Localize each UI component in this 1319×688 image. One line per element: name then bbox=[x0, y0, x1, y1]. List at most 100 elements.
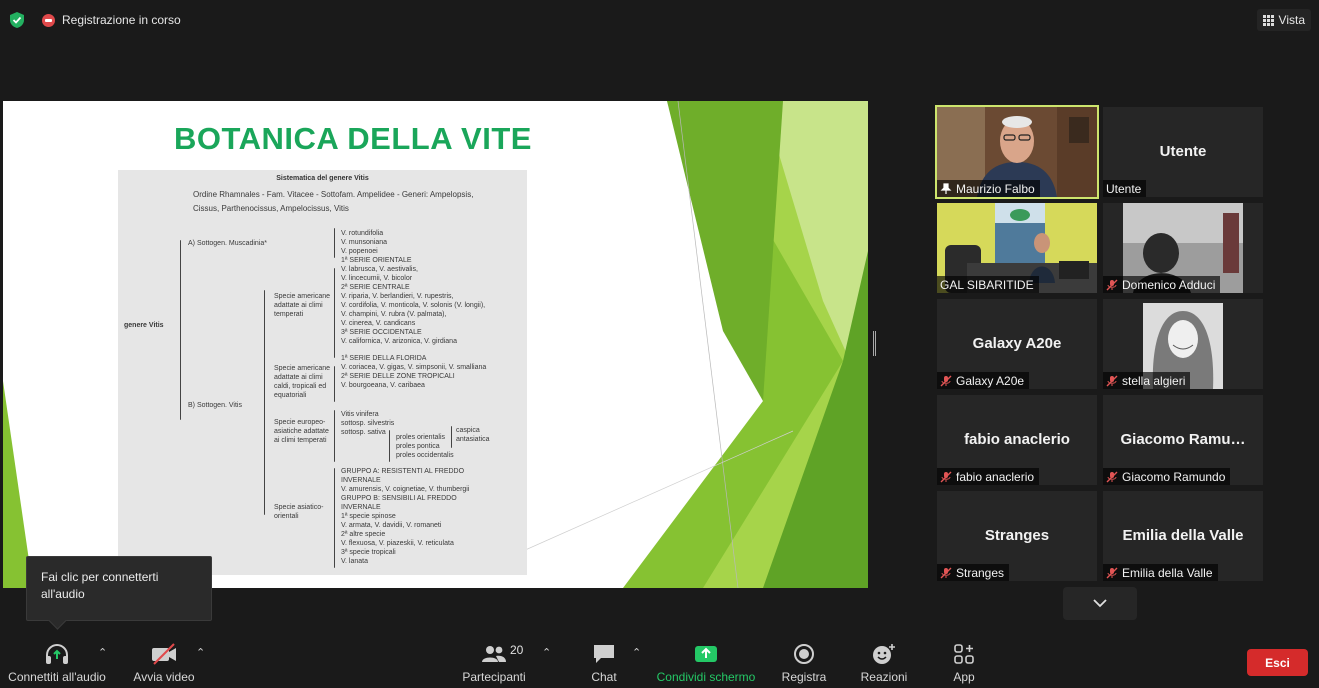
scan-asian-groups: GRUPPO A: RESISTENTI AL FREDDO INVERNALE… bbox=[341, 467, 469, 566]
leave-meeting-button[interactable]: Esci bbox=[1247, 649, 1308, 676]
microphone-muted-icon bbox=[1106, 471, 1118, 482]
participant-display-name: Emilia della Valle bbox=[1122, 527, 1244, 544]
scan-line: proles pontica bbox=[396, 443, 440, 450]
audio-options-caret-icon[interactable]: ⌃ bbox=[98, 646, 107, 659]
scan-line: V. armata, V. davidii, V. romaneti bbox=[341, 522, 442, 529]
scan-line: proles orientalis bbox=[396, 434, 446, 441]
scan-line: adattate ai climi bbox=[274, 302, 323, 309]
video-tile-fabio-anaclerio[interactable]: fabio anaclerio fabio anaclerio bbox=[937, 395, 1097, 485]
scan-line: 1ª SERIE DELLA FLORIDA bbox=[341, 355, 427, 362]
scan-line: Specie asiatico- bbox=[274, 504, 324, 511]
participant-name-tag: Emilia della Valle bbox=[1103, 564, 1218, 581]
scan-brace bbox=[389, 430, 390, 462]
video-tile-stranges[interactable]: Stranges Stranges bbox=[937, 491, 1097, 581]
recording-indicator[interactable]: Registrazione in corso bbox=[42, 13, 181, 27]
scan-line: GRUPPO B: SENSIBILI AL FREDDO bbox=[341, 495, 457, 502]
participant-name-tag: stella algieri bbox=[1103, 372, 1191, 389]
participant-name-tag: Utente bbox=[1103, 180, 1147, 197]
video-tile-domenico-adduci[interactable]: Domenico Adduci bbox=[1103, 203, 1263, 293]
slide-title: BOTANICA DELLA VITE bbox=[174, 121, 532, 156]
start-video-button[interactable]: Avvia video bbox=[130, 632, 198, 688]
scan-species-column: V. rotundifolia V. munsoniana V. popenoe… bbox=[341, 229, 486, 390]
participant-display-name: fabio anaclerio bbox=[964, 431, 1070, 448]
scan-line: antasiatica bbox=[456, 436, 490, 443]
resize-handle[interactable] bbox=[873, 331, 876, 356]
scan-line: V. cordifolia, V. monticola, V. solonis … bbox=[341, 302, 486, 309]
next-page-button[interactable] bbox=[1063, 587, 1137, 620]
microphone-muted-icon bbox=[940, 375, 952, 386]
scan-brace bbox=[334, 468, 335, 568]
scan-line: caldi, tropicali ed bbox=[274, 383, 327, 390]
microphone-muted-icon bbox=[940, 567, 952, 578]
participant-name: Stranges bbox=[956, 565, 1005, 580]
scan-line: caspica bbox=[456, 427, 480, 434]
participants-options-caret-icon[interactable]: ⌃ bbox=[542, 646, 551, 659]
scan-line: adattate ai climi bbox=[274, 374, 323, 381]
record-button[interactable]: Registra bbox=[780, 632, 828, 688]
join-audio-button[interactable]: Connettiti all'audio bbox=[6, 632, 108, 688]
scan-intro-line: Ordine Rhamnales - Fam. Vitacee - Sottof… bbox=[193, 190, 474, 199]
reactions-label: Reazioni bbox=[860, 670, 908, 684]
scan-brace bbox=[264, 290, 265, 515]
security-shield-icon[interactable] bbox=[9, 11, 25, 29]
video-tile-galaxy-a20e[interactable]: Galaxy A20e Galaxy A20e bbox=[937, 299, 1097, 389]
microphone-muted-icon bbox=[1106, 567, 1118, 578]
video-tile-giacomo-ramundo[interactable]: Giacomo Ramu… Giacomo Ramundo bbox=[1103, 395, 1263, 485]
participants-icon bbox=[482, 646, 506, 662]
scan-brace bbox=[334, 366, 335, 402]
microphone-muted-icon bbox=[1106, 279, 1118, 290]
participant-display-name: Giacomo Ramu… bbox=[1120, 431, 1246, 448]
scan-line: sottosp. sativa bbox=[341, 429, 386, 436]
video-tile-gal-sibaritide[interactable]: GAL SIBARITIDE bbox=[937, 203, 1097, 293]
video-options-caret-icon[interactable]: ⌃ bbox=[196, 646, 205, 659]
video-tile-maurizio-falbo[interactable]: Maurizio Falbo bbox=[935, 105, 1099, 199]
scan-proles: proles orientalis proles pontica proles … bbox=[396, 433, 454, 460]
scan-line: GRUPPO A: RESISTENTI AL FREDDO bbox=[341, 468, 465, 475]
participant-name: Giacomo Ramundo bbox=[1122, 469, 1226, 484]
scan-group: Specie europeo- asiatiche adattate ai cl… bbox=[274, 418, 329, 445]
scan-line: V. riparia, V. berlandieri, V. rupestris… bbox=[341, 293, 454, 300]
scan-line: INVERNALE bbox=[341, 504, 381, 511]
participants-button[interactable]: Partecipanti bbox=[458, 632, 530, 688]
participant-name-tag: fabio anaclerio bbox=[937, 468, 1040, 485]
scan-line: V. popenoei bbox=[341, 248, 378, 255]
share-screen-button[interactable]: Condividi schermo bbox=[654, 632, 758, 688]
participant-name-tag: Galaxy A20e bbox=[937, 372, 1030, 389]
microphone-muted-icon bbox=[940, 471, 952, 482]
recording-label: Registrazione in corso bbox=[62, 13, 181, 27]
reactions-smiley-icon bbox=[873, 644, 895, 664]
scan-line: V. californica, V. arizonica, V. girdian… bbox=[341, 338, 457, 345]
scan-line: Specie europeo- bbox=[274, 419, 326, 426]
reactions-button[interactable]: Reazioni bbox=[858, 632, 910, 688]
scan-genus: genere Vitis bbox=[124, 322, 164, 329]
scan-line: Vitis vinifera bbox=[341, 411, 379, 418]
grid-view-icon bbox=[1262, 14, 1274, 26]
scan-heading: Sistematica del genere Vitis bbox=[276, 175, 369, 182]
scan-proles-sub: caspica antasiatica bbox=[456, 426, 489, 444]
microphone-muted-icon bbox=[1106, 375, 1118, 386]
scan-line: 2ª SERIE DELLE ZONE TROPICALI bbox=[341, 373, 455, 380]
participant-name-tag: Domenico Adduci bbox=[1103, 276, 1221, 293]
apps-button[interactable]: App bbox=[944, 632, 984, 688]
video-tile-emilia-della-valle[interactable]: Emilia della Valle Emilia della Valle bbox=[1103, 491, 1263, 581]
meeting-toolbar: Connettiti all'audio ⌃ Avvia video ⌃ Par… bbox=[0, 632, 1319, 688]
participant-display-name: Utente bbox=[1159, 143, 1207, 160]
tooltip-line: Fai clic per connetterti bbox=[41, 570, 159, 584]
scan-line: Specie americane bbox=[274, 365, 331, 372]
audio-tooltip: Fai clic per connetterti all'audio bbox=[26, 556, 212, 621]
recording-icon bbox=[42, 13, 55, 27]
chat-button[interactable]: Chat bbox=[584, 632, 624, 688]
participant-name: fabio anaclerio bbox=[956, 469, 1035, 484]
scanned-taxonomy-table: Sistematica del genere Vitis Ordine Rham… bbox=[118, 170, 527, 575]
video-tile-utente[interactable]: Utente Utente bbox=[1103, 107, 1263, 197]
chat-options-caret-icon[interactable]: ⌃ bbox=[632, 646, 641, 659]
scan-line: ai climi temperati bbox=[274, 437, 327, 444]
video-tile-stella-algieri[interactable]: stella algieri bbox=[1103, 299, 1263, 389]
zoom-meeting-window: Registrazione in corso Vista BOTANICA DE… bbox=[0, 0, 1319, 688]
share-label: Condividi schermo bbox=[656, 670, 756, 684]
shared-screen: BOTANICA DELLA VITE Sistematica del gene… bbox=[3, 101, 868, 588]
scan-line: asiatiche adattate bbox=[274, 428, 329, 435]
chat-label: Chat bbox=[591, 670, 617, 684]
view-button[interactable]: Vista bbox=[1256, 9, 1311, 31]
participant-name: stella algieri bbox=[1122, 373, 1186, 388]
